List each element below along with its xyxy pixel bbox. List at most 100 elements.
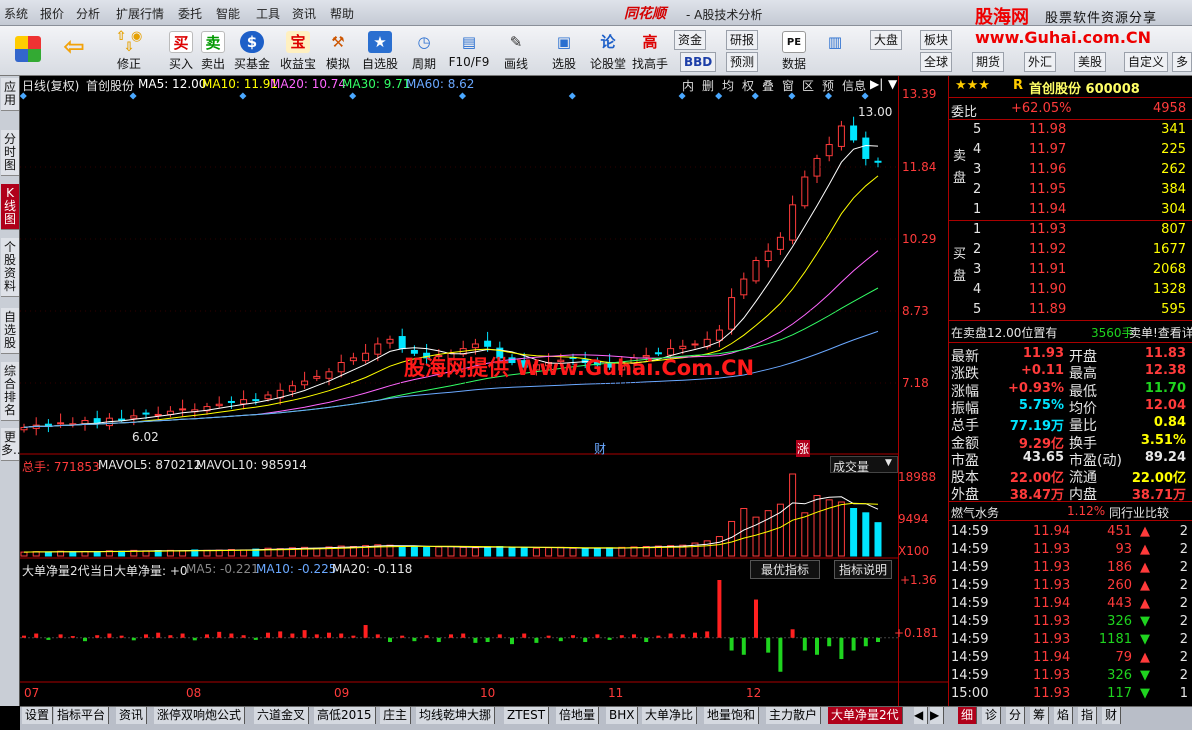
notice-link[interactable]: 卖单!查看详细 xyxy=(1129,324,1192,341)
chart-area[interactable]: 日线(复权) 首创股份 MA5: 12.00 MA10: 11.91 MA20:… xyxy=(20,76,948,706)
tab-main-retail[interactable]: 主力散户 xyxy=(766,707,822,724)
buy-button[interactable]: 买 买入 xyxy=(165,28,197,74)
tab-ma-shift[interactable]: 均线乾坤大挪 xyxy=(416,707,496,724)
tab-chips[interactable]: 筹 xyxy=(1030,707,1050,724)
layout-button[interactable] xyxy=(8,28,48,74)
more-dropdown[interactable]: 多 xyxy=(1172,52,1192,72)
menu-item-help[interactable]: 帮助 xyxy=(330,5,354,22)
custom-dropdown[interactable]: 自定义 xyxy=(1124,52,1169,72)
menu-item-tools[interactable]: 工具 xyxy=(256,5,280,22)
f10-button[interactable]: ▤ F10/F9 xyxy=(446,28,492,74)
period-button[interactable]: ◷ 周期 xyxy=(404,28,444,74)
tab-scroll-left-icon[interactable]: ◀ xyxy=(914,707,928,724)
tab-big-order-ratio[interactable]: 大单净比 xyxy=(642,707,698,724)
sector-dropdown[interactable]: 板块 xyxy=(920,30,953,50)
tab-kline[interactable]: K线图 xyxy=(1,184,19,230)
tab-double-vol[interactable]: 倍地量 xyxy=(556,707,600,724)
tab-six-cross[interactable]: 六道金叉 xyxy=(254,707,310,724)
futures-dropdown[interactable]: 期货 xyxy=(972,52,1005,72)
tab-highlow[interactable]: 高低2015 xyxy=(314,707,376,724)
tool-dropdown-icon[interactable]: ▼ xyxy=(888,77,897,91)
volume-bar xyxy=(203,549,211,557)
tab-intraday[interactable]: 分时图 xyxy=(1,130,19,176)
tool-inner[interactable]: 内 xyxy=(682,77,694,94)
simulate-button[interactable]: ⚒ 模拟 xyxy=(322,28,354,74)
find-expert-button[interactable]: 高 找高手 xyxy=(630,28,670,74)
forum-button[interactable]: 论 论股堂 xyxy=(588,28,628,74)
tab-indicator-platform[interactable]: 指标平台 xyxy=(54,707,110,724)
tool-window[interactable]: 窗 xyxy=(782,77,794,94)
volume-indicator-dropdown[interactable]: 成交量 ▼ xyxy=(830,456,898,474)
bbd-button[interactable]: BBD xyxy=(680,52,717,72)
buy-fund-button[interactable]: $ 买基金 xyxy=(230,28,274,74)
sell-level: 5 xyxy=(973,122,982,137)
tab-flame[interactable]: 焰 xyxy=(1054,707,1074,724)
forex-dropdown[interactable]: 外汇 xyxy=(1024,52,1057,72)
tab-stock-info[interactable]: 个股资料 xyxy=(1,238,19,297)
back-button[interactable]: ⇦ xyxy=(54,28,94,74)
tool-play-icon[interactable]: ▶| xyxy=(870,77,883,91)
menu-item-ext-quote[interactable]: 扩展行情 xyxy=(116,5,164,22)
indicator-bar xyxy=(22,635,26,638)
market-dropdown[interactable]: 大盘 xyxy=(870,30,903,50)
sell-button[interactable]: 卖 卖出 xyxy=(197,28,229,74)
tab-diagnose[interactable]: 诊 xyxy=(982,707,1002,724)
tab-apps[interactable]: 应用 xyxy=(1,78,19,111)
tick-time: 14:59 xyxy=(951,542,989,557)
chart-canvas[interactable] xyxy=(20,76,948,706)
tab-news[interactable]: 资讯 xyxy=(116,707,148,724)
tab-price-dist[interactable]: 分 xyxy=(1006,707,1026,724)
best-indicator-button[interactable]: 最优指标 xyxy=(750,560,821,579)
tab-detail[interactable]: 细 xyxy=(958,707,978,724)
menu-item-system[interactable]: 系统 xyxy=(4,5,28,22)
fix-button[interactable]: ⇧ ◉ ⇩ 修正 xyxy=(100,28,158,74)
tab-finance[interactable]: 财 xyxy=(1102,707,1122,724)
more-tools-button[interactable]: ▥ xyxy=(820,28,850,74)
limit-up-marker[interactable]: 涨 xyxy=(796,440,811,457)
tab-index[interactable]: 指 xyxy=(1078,707,1098,724)
tab-big-order-net[interactable]: 大单净量2代 xyxy=(828,707,903,724)
us-stock-dropdown[interactable]: 美股 xyxy=(1074,52,1107,72)
tick-count: 2 xyxy=(1179,578,1188,593)
indicator-help-button[interactable]: 指标说明 xyxy=(834,560,893,579)
yield-treasure-button[interactable]: 宝 收益宝 xyxy=(276,28,320,74)
tab-settings[interactable]: 设置 xyxy=(22,707,54,724)
select-stock-button[interactable]: ▣ 选股 xyxy=(544,28,584,74)
tool-overlay[interactable]: 叠 xyxy=(762,77,774,94)
tool-delete[interactable]: 删 xyxy=(702,77,714,94)
tool-info[interactable]: 信息 xyxy=(842,77,866,94)
watchlist-button[interactable]: ★ 自选股 xyxy=(358,28,402,74)
indicator-bar xyxy=(717,580,722,638)
menu-item-news[interactable]: 资讯 xyxy=(292,5,316,22)
tab-low-vol-sat[interactable]: 地量饱和 xyxy=(704,707,760,724)
forecast-dropdown[interactable]: 预测 xyxy=(726,52,759,72)
tab-more[interactable]: 更多... xyxy=(1,428,24,461)
tick-count: 2 xyxy=(1179,668,1188,683)
tab-watchlist[interactable]: 自选股 xyxy=(1,308,19,354)
tool-range[interactable]: 区 xyxy=(802,77,814,94)
tab-bhx[interactable]: BHX xyxy=(606,707,639,724)
tool-rights[interactable]: 权 xyxy=(742,77,754,94)
menu-item-analysis[interactable]: 分析 xyxy=(76,5,100,22)
industry-compare-button[interactable]: 同行业比较 xyxy=(1109,504,1169,521)
draw-line-button[interactable]: ✎ 画线 xyxy=(496,28,536,74)
stat-value: 11.70 xyxy=(1144,380,1186,396)
tab-ranking[interactable]: 综合排名 xyxy=(1,362,19,421)
tool-average[interactable]: 均 xyxy=(722,77,734,94)
tool-forecast[interactable]: 预 xyxy=(822,77,834,94)
tab-zt-formula[interactable]: 涨停双响炮公式 xyxy=(154,707,246,724)
fund-flow-dropdown[interactable]: 资金 xyxy=(674,30,707,50)
candle-body xyxy=(337,362,345,373)
tab-dealer[interactable]: 庄主 xyxy=(380,707,412,724)
financial-marker[interactable]: 财 xyxy=(594,440,606,457)
stat-value: 22.00亿 xyxy=(1009,471,1064,487)
menu-item-quote[interactable]: 报价 xyxy=(40,5,64,22)
tab-scroll-right-icon[interactable]: ▶ xyxy=(930,707,944,724)
global-dropdown[interactable]: 全球 xyxy=(920,52,953,72)
data-button[interactable]: PE 数据 xyxy=(776,28,812,74)
candle-body xyxy=(93,418,101,424)
tab-ztest[interactable]: ZTEST xyxy=(504,707,550,724)
research-dropdown[interactable]: 研报 xyxy=(726,30,759,50)
menu-item-trade[interactable]: 委托 xyxy=(178,5,202,22)
menu-item-smart[interactable]: 智能 xyxy=(216,5,240,22)
